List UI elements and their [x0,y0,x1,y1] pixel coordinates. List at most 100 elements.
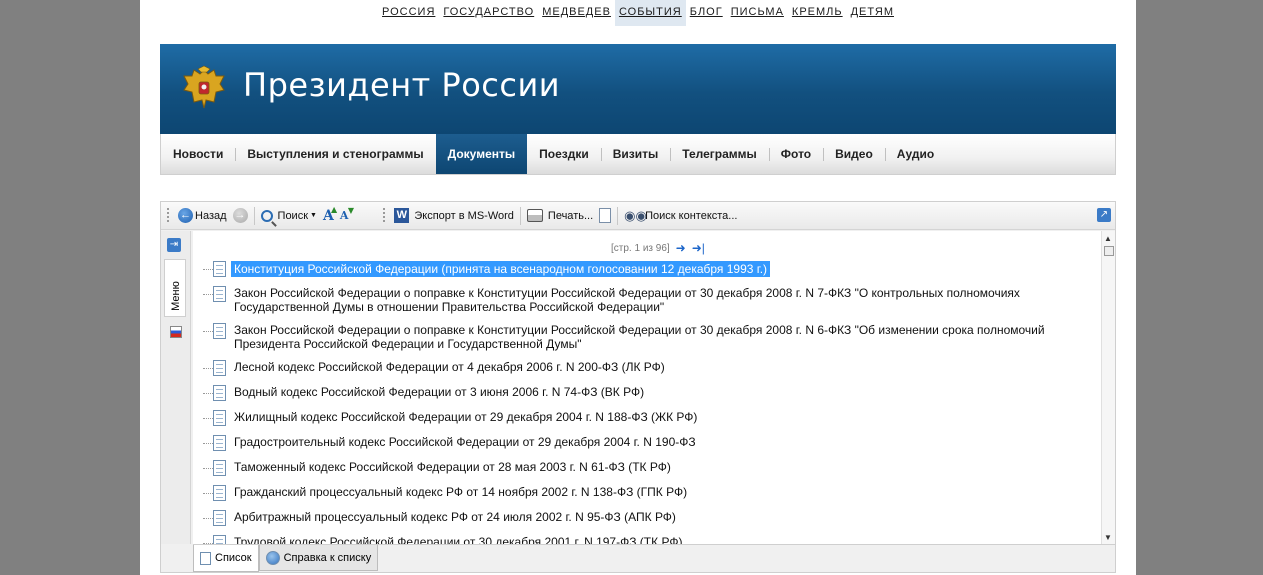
toplink-events[interactable]: СОБЫТИЯ [614,0,686,26]
toolbar-separator [253,206,255,225]
forward-arrow-icon: → [232,208,248,223]
nav-item-photo[interactable]: Фото [768,134,823,174]
document-title[interactable]: Конституция Российской Федерации (принят… [231,261,771,277]
context-search-button[interactable]: ◉◉ Поиск контекста... [621,205,740,227]
document-title[interactable]: Водный кодекс Российской Федерации от 3 … [234,385,644,399]
viewer-toolbar: ← Назад → Поиск ▼ A ▲ A ▼ W Экспорт в MS… [161,202,1115,230]
tree-connector [203,269,213,270]
export-word-button[interactable]: W Экспорт в MS-Word [391,205,517,227]
document-icon [213,261,226,277]
document-icon [213,510,226,526]
page-indicator: [стр. 1 из 96] [611,242,670,254]
list-item[interactable]: Конституция Российской Федерации (принят… [203,261,1093,277]
font-decrease-button[interactable]: A ▼ [337,205,354,227]
tree-connector [203,493,213,494]
document-icon [213,485,226,501]
toolbar-separator-3 [617,206,619,225]
toolbar-grip[interactable] [165,207,171,224]
top-links: РОССИЯ ГОСУДАРСТВО МЕДВЕДЕВ СОБЫТИЯ БЛОГ… [140,0,1136,28]
tree-connector [203,443,213,444]
last-page-icon[interactable]: ➜| [692,241,705,255]
nav-item-telegrams[interactable]: Телеграммы [670,134,769,174]
tab-list[interactable]: Список [193,545,259,572]
toplink-medvedev[interactable]: МЕДВЕДЕВ [538,0,615,26]
document-title[interactable]: Гражданский процессуальный кодекс РФ от … [234,485,687,499]
nav-item-video[interactable]: Видео [823,134,885,174]
toplink-letters[interactable]: ПИСЬМА [727,0,788,26]
nav-item-news[interactable]: Новости [161,134,235,174]
next-page-icon[interactable]: ➜ [676,241,686,255]
list-item[interactable]: Водный кодекс Российской Федерации от 3 … [203,385,1093,401]
document-icon [213,385,226,401]
context-search-label: Поиск контекста... [645,209,738,222]
nav-item-visits[interactable]: Визиты [600,134,671,174]
list-item[interactable]: Арбитражный процессуальный кодекс РФ от … [203,510,1093,526]
printer-icon [526,209,543,222]
vertical-scrollbar[interactable]: ▲ ▼ [1101,231,1115,544]
russian-flag-icon [170,326,182,338]
back-label: Назад [195,209,227,222]
scroll-thumb[interactable] [1104,246,1114,256]
toolbar-grip-2[interactable] [381,207,388,224]
list-item[interactable]: Градостроительный кодекс Российской Феде… [203,435,1093,451]
list-icon [200,551,211,565]
list-item[interactable]: Трудовой кодекс Российской Федерации от … [203,535,1093,544]
search-button[interactable]: Поиск ▼ [258,205,320,227]
nav-item-trips[interactable]: Поездки [527,134,601,174]
toplink-blog[interactable]: БЛОГ [686,0,727,26]
list-item[interactable]: Гражданский процессуальный кодекс РФ от … [203,485,1093,501]
site-title[interactable]: Президент России [243,66,560,104]
font-decrease-icon: A ▼ [339,205,354,222]
toplink-children[interactable]: ДЕТЯМ [847,0,898,26]
list-item[interactable]: Жилищный кодекс Российской Федерации от … [203,410,1093,426]
pager: [стр. 1 из 96] ➜ ➜| [611,241,705,255]
document-icon [213,360,226,376]
font-increase-button[interactable]: A ▲ [320,204,337,227]
search-label: Поиск [277,209,309,222]
list-item[interactable]: Закон Российской Федерации о поправке к … [203,286,1093,314]
document-title[interactable]: Закон Российской Федерации о поправке к … [234,323,1093,351]
document-list: Конституция Российской Федерации (принят… [203,261,1093,544]
expand-icon[interactable]: ↗ [1097,208,1111,222]
tree-connector [203,368,213,369]
document-icon [213,323,226,339]
document-title[interactable]: Арбитражный процессуальный кодекс РФ от … [234,510,676,524]
list-item[interactable]: Лесной кодекс Российской Федерации от 4 … [203,360,1093,376]
site-banner: Президент России [160,44,1116,134]
toplink-kremlin[interactable]: КРЕМЛЬ [788,0,847,26]
tree-connector [203,518,213,519]
nav-item-audio[interactable]: Аудио [884,134,946,174]
tree-connector [203,294,213,295]
binoculars-icon: ◉◉ [624,207,647,223]
tab-list-info[interactable]: Справка к списку [258,545,379,571]
collapse-panel-icon[interactable]: ⇥ [167,238,181,252]
back-button[interactable]: ← Назад [175,205,230,227]
document-title[interactable]: Жилищный кодекс Российской Федерации от … [234,410,697,424]
nav-item-documents[interactable]: Документы [435,134,528,174]
coat-of-arms-icon[interactable] [180,64,228,112]
list-item[interactable]: Таможенный кодекс Российской Федерации о… [203,460,1093,476]
page: РОССИЯ ГОСУДАРСТВО МЕДВЕДЕВ СОБЫТИЯ БЛОГ… [140,0,1136,575]
document-title[interactable]: Трудовой кодекс Российской Федерации от … [234,535,682,544]
document-icon [599,208,612,223]
document-icon [213,460,226,476]
menu-tab-label: Меню [170,281,182,311]
print-preview-button[interactable] [596,205,614,227]
document-title[interactable]: Лесной кодекс Российской Федерации от 4 … [234,360,665,374]
document-icon [213,410,226,426]
scroll-up-icon[interactable]: ▲ [1104,234,1112,243]
document-viewer: ← Назад → Поиск ▼ A ▲ A ▼ W Экспорт в MS… [160,201,1116,573]
forward-button[interactable]: → [230,205,251,227]
scroll-down-icon[interactable]: ▼ [1104,533,1112,542]
list-item[interactable]: Закон Российской Федерации о поправке к … [203,323,1093,351]
document-title[interactable]: Закон Российской Федерации о поправке к … [234,286,1093,314]
document-title[interactable]: Градостроительный кодекс Российской Феде… [234,435,696,449]
document-icon [213,286,226,302]
tree-connector [203,418,213,419]
menu-tab[interactable]: Меню [164,259,186,338]
toplink-state[interactable]: ГОСУДАРСТВО [439,0,538,26]
toplink-russia[interactable]: РОССИЯ [378,0,439,26]
nav-item-speeches[interactable]: Выступления и стенограммы [235,134,435,174]
document-title[interactable]: Таможенный кодекс Российской Федерации о… [234,460,671,474]
print-button[interactable]: Печать... [524,205,596,227]
